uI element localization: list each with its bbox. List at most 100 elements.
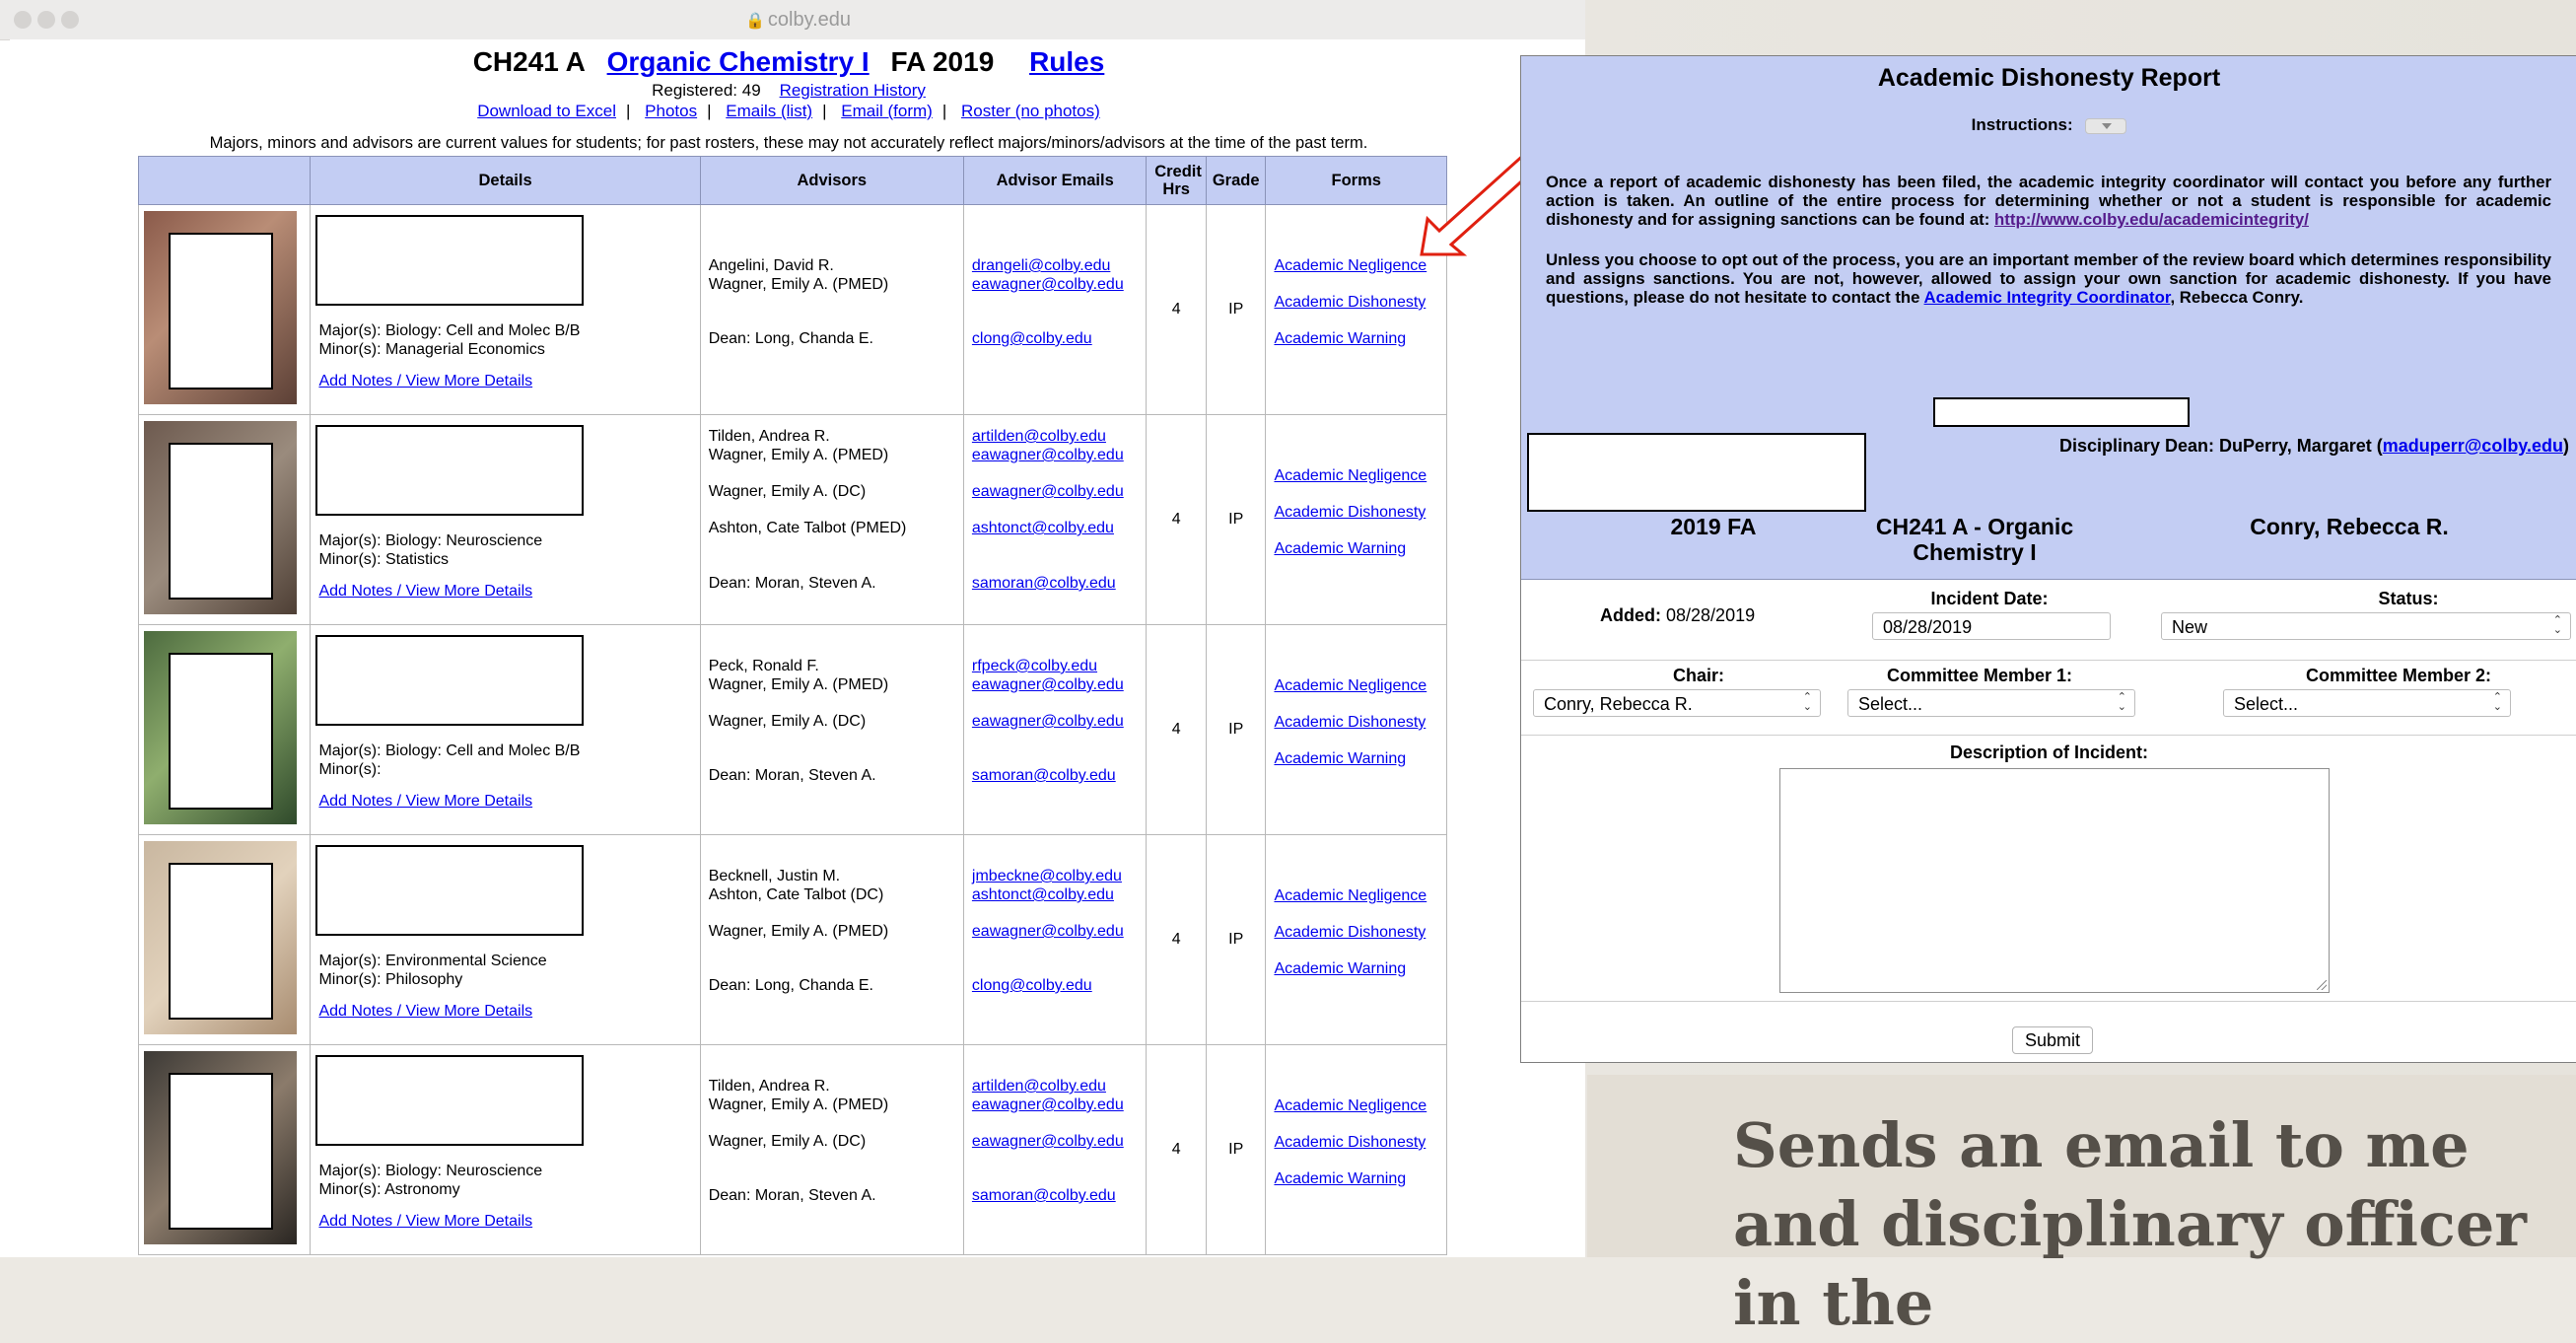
academic-negligence-link[interactable]: Academic Negligence xyxy=(1274,676,1427,695)
committee-member-2-select[interactable]: Select... xyxy=(2223,689,2511,717)
course-name-link[interactable]: Organic Chemistry I xyxy=(607,46,870,77)
photo-cell xyxy=(137,624,312,835)
advisor-name: Wagner, Emily A. (PMED) xyxy=(708,276,889,293)
majors-text: Major(s): Biology: Cell and Molec B/B xyxy=(318,742,581,759)
advisor-email-link[interactable]: eawagner@colby.edu xyxy=(972,712,1124,731)
academic-warning-link[interactable]: Academic Warning xyxy=(1274,749,1406,768)
advisor-email-link[interactable]: eawagner@colby.edu xyxy=(972,922,1124,941)
advisor-email-link[interactable]: eawagner@colby.edu xyxy=(972,482,1124,501)
credit-hrs-cell: 4 xyxy=(1146,1044,1207,1255)
advisor-email-link[interactable]: rfpeck@colby.edu xyxy=(972,657,1097,675)
advisor-email-link[interactable]: artilden@colby.edu xyxy=(972,1077,1106,1096)
advisor-name: Wagner, Emily A. (DC) xyxy=(708,1133,867,1150)
academic-warning-link[interactable]: Academic Warning xyxy=(1274,1169,1406,1188)
incident-date-input[interactable]: 08/28/2019 xyxy=(1872,612,2111,640)
dean-email-link[interactable]: samoran@colby.edu xyxy=(972,1186,1116,1205)
advisor-name: Tilden, Andrea R. xyxy=(708,1078,830,1095)
table-row: Major(s): Biology: Neuroscience Minor(s):… xyxy=(137,1044,1447,1255)
dean-email-link[interactable]: samoran@colby.edu xyxy=(972,766,1116,785)
close-window-button[interactable] xyxy=(14,11,32,29)
photos-link[interactable]: Photos xyxy=(645,102,697,120)
academic-dishonesty-link[interactable]: Academic Dishonesty xyxy=(1274,503,1426,522)
add-notes-link[interactable]: Add Notes / View More Details xyxy=(318,1213,532,1231)
advisor-email-link[interactable]: eawagner@colby.edu xyxy=(972,446,1124,464)
minimize-window-button[interactable] xyxy=(37,11,55,29)
academic-dishonesty-link[interactable]: Academic Dishonesty xyxy=(1274,923,1426,942)
address-bar[interactable]: 🔒 colby.edu xyxy=(745,9,851,32)
report-title: Academic Dishonesty Report xyxy=(1877,64,2221,92)
advisor-email-link[interactable]: artilden@colby.edu xyxy=(972,427,1106,446)
advisors-cell: Tilden, Andrea R. Wagner, Emily A. (PMED… xyxy=(699,1044,964,1255)
academic-integrity-coordinator-link[interactable]: Academic Integrity Coordinator xyxy=(1924,288,2171,307)
chair-select[interactable]: Conry, Rebecca R. xyxy=(1533,689,1821,717)
name-redaction xyxy=(315,1055,585,1146)
dean-email-link[interactable]: clong@colby.edu xyxy=(972,329,1092,348)
majors-text: Major(s): Biology: Neuroscience xyxy=(318,532,543,549)
minors-text: Minor(s): Statistics xyxy=(318,551,450,568)
rules-link[interactable]: Rules xyxy=(1029,46,1104,77)
description-textarea[interactable] xyxy=(1779,768,2330,993)
academic-negligence-link[interactable]: Academic Negligence xyxy=(1274,886,1427,905)
roster-page: CH241 A Organic Chemistry I FA 2019 Rule… xyxy=(10,39,1585,1257)
add-notes-link[interactable]: Add Notes / View More Details xyxy=(318,373,532,390)
emails-cell: artilden@colby.edu eawagner@colby.edu ea… xyxy=(962,1044,1148,1255)
advisor-name: Ashton, Cate Talbot (DC) xyxy=(708,886,884,903)
photo-cell xyxy=(137,204,312,415)
roster-disclaimer: Majors, minors and advisors are current … xyxy=(209,134,1368,152)
add-notes-link[interactable]: Add Notes / View More Details xyxy=(318,793,532,811)
grade-cell: IP xyxy=(1205,834,1267,1045)
registration-history-link[interactable]: Registration History xyxy=(780,81,926,100)
advisor-email-link[interactable]: jmbeckne@colby.edu xyxy=(972,867,1122,885)
report-term: 2019 FA xyxy=(1670,514,1757,539)
instructions-toggle-chevron-icon[interactable] xyxy=(2085,117,2127,134)
chair-label: Chair: xyxy=(1672,666,1724,685)
academic-negligence-link[interactable]: Academic Negligence xyxy=(1274,256,1427,275)
details-cell: Major(s): Environmental Science Minor(s):… xyxy=(310,834,701,1045)
advisor-email-link[interactable]: eawagner@colby.edu xyxy=(972,1096,1124,1114)
add-notes-link[interactable]: Add Notes / View More Details xyxy=(318,1003,532,1021)
status-select[interactable]: New xyxy=(2161,612,2571,640)
advisor-name: Wagner, Emily A. (PMED) xyxy=(708,1096,889,1113)
academic-negligence-link[interactable]: Academic Negligence xyxy=(1274,1096,1427,1115)
dean-email-link[interactable]: maduperr@colby.edu xyxy=(2383,436,2563,456)
advisor-email-link[interactable]: eawagner@colby.edu xyxy=(972,275,1124,294)
forms-cell: Academic Negligence Academic Dishonesty … xyxy=(1265,624,1447,835)
name-redaction xyxy=(315,425,585,516)
advisor-email-link[interactable]: eawagner@colby.edu xyxy=(972,675,1124,694)
student-photo xyxy=(144,631,297,824)
advisor-email-link[interactable]: ashtonct@colby.edu xyxy=(972,519,1114,537)
browser-window: 🔒 colby.edu CH241 A Organic Chemistry I F… xyxy=(0,0,1585,1257)
name-redaction xyxy=(315,845,585,936)
advisor-email-link[interactable]: drangeli@colby.edu xyxy=(972,256,1110,275)
roster-no-photos-link[interactable]: Roster (no photos) xyxy=(961,102,1100,120)
roster-links: Download to Excel | Photos | Emails (list)… xyxy=(477,102,1100,120)
academic-negligence-link[interactable]: Academic Negligence xyxy=(1274,466,1427,485)
advisor-email-link[interactable]: eawagner@colby.edu xyxy=(972,1132,1124,1151)
advisor-name: Peck, Ronald F. xyxy=(708,658,819,674)
description-label: Description of Incident: xyxy=(1949,742,2148,762)
committee-member-1-select[interactable]: Select... xyxy=(1847,689,2135,717)
academic-dishonesty-link[interactable]: Academic Dishonesty xyxy=(1274,293,1426,312)
academic-dishonesty-link[interactable]: Academic Dishonesty xyxy=(1274,1133,1426,1152)
emails-list-link[interactable]: Emails (list) xyxy=(726,102,812,120)
majors-text: Major(s): Biology: Neuroscience xyxy=(318,1163,543,1179)
column-header-grade: Grade xyxy=(1205,156,1267,205)
download-excel-link[interactable]: Download to Excel xyxy=(477,102,616,120)
dean-email-link[interactable]: clong@colby.edu xyxy=(972,976,1092,995)
student-name-row xyxy=(1521,391,2576,430)
email-form-link[interactable]: Email (form) xyxy=(841,102,933,120)
academic-integrity-url-link[interactable]: http://www.colby.edu/academicintegrity/ xyxy=(1994,210,2309,229)
advisors-cell: Becknell, Justin M. Ashton, Cate Talbot … xyxy=(699,834,964,1045)
academic-dishonesty-link[interactable]: Academic Dishonesty xyxy=(1274,713,1426,732)
advisor-email-link[interactable]: ashtonct@colby.edu xyxy=(972,885,1114,904)
dean-email-link[interactable]: samoran@colby.edu xyxy=(972,574,1116,593)
photo-redaction xyxy=(169,1073,273,1230)
zoom-window-button[interactable] xyxy=(61,11,79,29)
details-cell: Major(s): Biology: Neuroscience Minor(s):… xyxy=(310,1044,701,1255)
student-photo xyxy=(144,841,297,1034)
academic-warning-link[interactable]: Academic Warning xyxy=(1274,959,1406,978)
add-notes-link[interactable]: Add Notes / View More Details xyxy=(318,583,532,601)
academic-warning-link[interactable]: Academic Warning xyxy=(1274,329,1406,348)
academic-warning-link[interactable]: Academic Warning xyxy=(1274,539,1406,558)
submit-button[interactable]: Submit xyxy=(2012,1026,2094,1054)
